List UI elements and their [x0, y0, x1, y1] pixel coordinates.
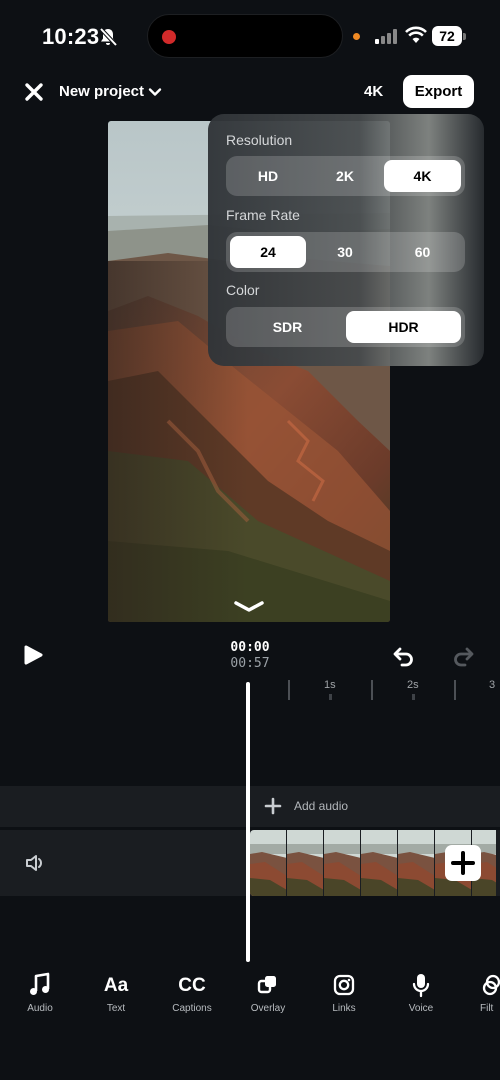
instagram-icon: [333, 974, 355, 996]
undo-icon[interactable]: [392, 644, 416, 668]
battery-icon: 72: [432, 26, 466, 46]
tool-voice[interactable]: Voice: [391, 972, 451, 1020]
tool-filters[interactable]: Filt: [461, 972, 500, 1020]
export-settings-popover: Resolution HD 2K 4K Frame Rate 24 30 60 …: [208, 114, 484, 366]
add-clip-button[interactable]: [445, 845, 481, 881]
music-note-icon: [30, 972, 50, 995]
tool-links[interactable]: Links: [314, 972, 374, 1020]
ruler-tick: [454, 680, 456, 700]
resolution-option-4k[interactable]: 4K: [384, 160, 461, 192]
dynamic-island: [147, 14, 343, 58]
overlay-icon: [257, 976, 276, 994]
tool-audio[interactable]: Audio: [10, 972, 70, 1020]
filter-icon: [482, 974, 500, 996]
color-label: Color: [226, 282, 260, 298]
ruler-label-1s: 1s: [324, 679, 336, 691]
color-option-sdr[interactable]: SDR: [230, 311, 345, 343]
chevron-down-icon[interactable]: [147, 84, 163, 100]
microphone-icon: [412, 974, 430, 998]
plus-icon: [451, 851, 475, 875]
tool-text-label: Text: [106, 1003, 126, 1014]
ruler-tick: [329, 694, 332, 700]
cellular-signal-icon: [375, 28, 401, 44]
frame-rate-label: Frame Rate: [226, 207, 300, 223]
project-title[interactable]: New project: [59, 83, 144, 100]
ruler-tick: [371, 680, 373, 700]
audio-track[interactable]: [0, 786, 500, 827]
text-icon: Aa: [103, 975, 129, 996]
filmstrip-frame: [287, 830, 324, 896]
filmstrip-frame: [324, 830, 361, 896]
resolution-selector: HD 2K 4K: [226, 156, 465, 196]
bell-muted-icon: [99, 27, 118, 47]
resolution-option-2k[interactable]: 2K: [307, 160, 383, 192]
privacy-indicator-icon: [353, 33, 360, 40]
recording-indicator-icon: [162, 30, 176, 44]
tool-audio-label: Audio: [27, 1003, 53, 1014]
frame-rate-option-30[interactable]: 30: [307, 236, 383, 268]
tool-text[interactable]: Aa Text: [86, 972, 146, 1020]
volume-icon[interactable]: [24, 853, 46, 873]
redo-icon[interactable]: [451, 644, 475, 668]
tool-voice-label: Voice: [408, 1003, 434, 1014]
ruler-tick: [412, 694, 415, 700]
wifi-icon: [405, 26, 427, 43]
export-button[interactable]: Export: [403, 75, 474, 108]
color-option-hdr[interactable]: HDR: [346, 311, 461, 343]
frame-rate-option-60[interactable]: 60: [384, 236, 461, 268]
total-time: 00:57: [230, 656, 270, 671]
captions-icon: CC: [178, 975, 206, 996]
tool-filters-label: Filt: [480, 1003, 494, 1014]
tool-captions-label: Captions: [172, 1003, 212, 1014]
tool-overlay-label: Overlay: [250, 1003, 286, 1014]
battery-level: 72: [432, 26, 462, 46]
tool-overlay[interactable]: Overlay: [238, 972, 298, 1020]
filmstrip-frame: [250, 830, 287, 896]
ruler-tick: [288, 680, 290, 700]
ruler-label-3s: 3: [489, 679, 496, 691]
tool-links-label: Links: [332, 1003, 356, 1014]
playhead[interactable]: [246, 682, 250, 962]
frame-rate-selector: 24 30 60: [226, 232, 465, 272]
plus-icon[interactable]: [264, 797, 282, 815]
resolution-option-hd[interactable]: HD: [230, 160, 306, 192]
status-time: 10:23: [42, 24, 100, 49]
current-time: 00:00: [230, 640, 270, 655]
resolution-toggle[interactable]: 4K: [364, 83, 383, 100]
close-icon[interactable]: [22, 80, 46, 104]
add-audio-button[interactable]: Add audio: [294, 799, 348, 813]
status-bar: 10:23 72: [0, 0, 500, 72]
color-selector: SDR HDR: [226, 307, 465, 347]
frame-rate-option-24[interactable]: 24: [230, 236, 306, 268]
filmstrip-frame: [361, 830, 398, 896]
filmstrip-frame: [398, 830, 435, 896]
ruler-label-2s: 2s: [407, 679, 419, 691]
collapse-chevron-icon[interactable]: [232, 598, 266, 616]
tool-captions[interactable]: CC Captions: [162, 972, 222, 1020]
resolution-label: Resolution: [226, 132, 293, 148]
